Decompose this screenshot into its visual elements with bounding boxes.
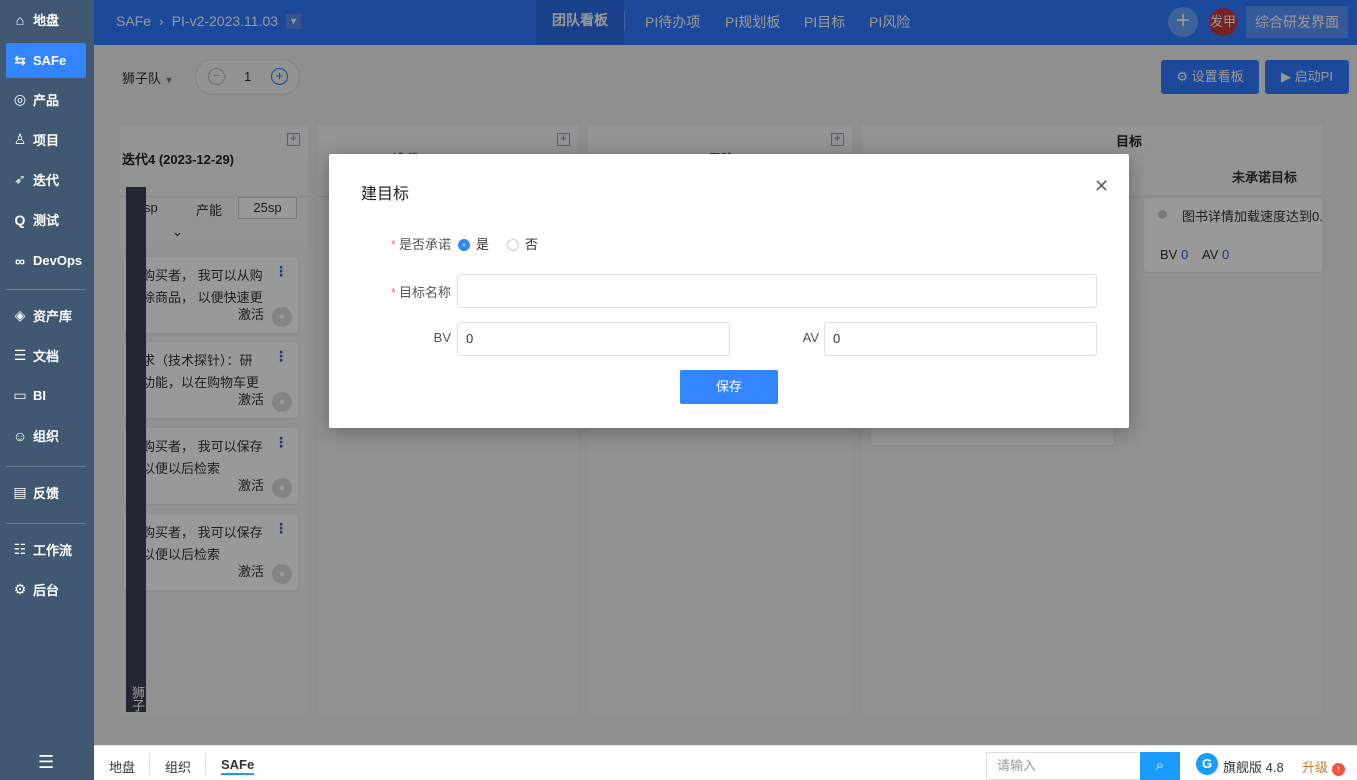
monitor-icon: ▭ [13,387,27,403]
diamond-icon: ◈ [14,307,26,323]
sidebar-item-workflow[interactable]: ☷ 工作流 [6,532,86,567]
sidebar-item-safe[interactable]: ⇆ SAFe [6,43,86,78]
search-icon: ⌕ [1155,757,1165,774]
sidebar-item-feedback[interactable]: ▤ 反馈 [6,475,86,510]
logo-icon: G [1196,753,1218,775]
collapse-menu-icon[interactable]: ☰ [38,752,54,773]
sidebar-item-docs[interactable]: ☰ 文档 [6,338,86,373]
save-button[interactable]: 保存 [680,370,778,404]
sidebar-item-devops[interactable]: ∞ DevOps [6,243,86,278]
commit-label: * 是否承诺 [390,237,451,252]
sidebar-item-bi[interactable]: ▭ BI [6,378,86,413]
document-icon: ☰ [13,347,27,363]
edition-label: 旗舰版 4.8 [1223,760,1284,775]
divider [6,289,86,290]
sidebar-item-assets[interactable]: ◈ 资产库 [6,298,86,333]
sidebar-item-iteration[interactable]: ➶ 迭代 [6,162,86,197]
av-input[interactable]: 0 [824,322,1097,356]
arrow-up-icon: ↑ [1331,763,1345,776]
bulb-icon: ◎ [13,91,27,107]
bottom-tab-org[interactable]: 组织 [165,757,191,776]
search-input[interactable]: 请输入 [986,752,1141,780]
run-icon: ➶ [14,171,26,187]
divider [205,754,206,774]
commit-yes-radio[interactable]: 是 [458,234,489,253]
search-button[interactable]: ⌕ [1140,752,1180,780]
sidebar-item-admin[interactable]: ⚙ 后台 [6,572,86,607]
name-label: * 目标名称 [390,285,451,300]
divider [149,754,150,774]
sidebar-item-dashboard[interactable]: ⌂ 地盘 [6,2,86,37]
commit-no-radio[interactable]: 否 [507,234,538,253]
search-icon: Q [14,211,26,228]
gear-icon: ⚙ [13,581,27,597]
safe-icon: ⇆ [14,52,26,68]
home-icon: ⌂ [15,11,25,28]
objective-name-input[interactable] [457,274,1097,308]
inbox-icon: ▤ [13,484,27,500]
infinity-icon: ∞ [15,252,25,269]
rocket-icon: ♙ [13,131,27,147]
close-icon[interactable]: ✕ [1094,176,1109,197]
workflow-icon: ☷ [13,541,27,557]
bottom-tab-dashboard[interactable]: 地盘 [109,757,135,776]
create-objective-dialog: 建目标 ✕ * 是否承诺 是 否 * 目标名称 BV 0 AV 0 保存 [329,154,1129,428]
sidebar-item-product[interactable]: ◎ 产品 [6,82,86,117]
av-label: AV [802,330,819,345]
bv-label: BV [433,330,451,345]
bottom-tab-safe[interactable]: SAFe [221,757,255,775]
divider [6,466,86,467]
sidebar: ⌂ 地盘 ⇆ SAFe ◎ 产品 ♙ 项目 ➶ 迭代 Q 测试 ∞ DevOps ◈ 资产库 ☰… [0,0,94,780]
divider [6,523,86,524]
sidebar-item-project[interactable]: ♙ 项目 [6,122,86,157]
upgrade-link[interactable]: 升级 ↑ [1302,757,1345,776]
sidebar-item-org[interactable]: ☺ 组织 [6,418,86,453]
sidebar-item-test[interactable]: Q 测试 [6,202,86,237]
dialog-title: 建目标 [361,186,410,203]
users-icon: ☺ [12,427,28,444]
bv-input[interactable]: 0 [457,322,730,356]
bottom-bar: 地盘 组织 SAFe 请输入 ⌕ G 旗舰版 4.8 升级 ↑ [94,745,1357,780]
